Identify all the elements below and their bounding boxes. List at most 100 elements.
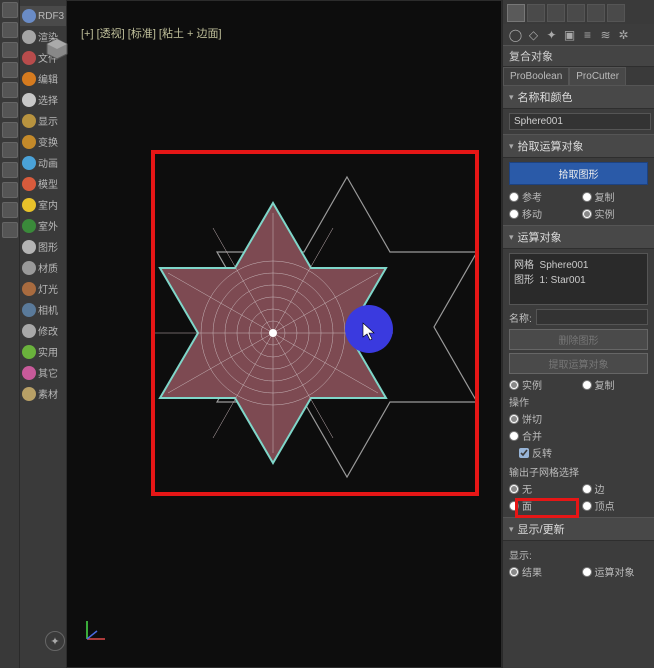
tab-display-icon[interactable] bbox=[587, 4, 605, 22]
tool-icon[interactable] bbox=[2, 62, 18, 78]
category-item[interactable]: 灯光 bbox=[20, 278, 66, 299]
category-item[interactable]: 室外 bbox=[20, 215, 66, 236]
operands-listbox[interactable]: 网格 Sphere001图形 1: Star001 bbox=[509, 253, 648, 305]
radio-input[interactable] bbox=[582, 567, 592, 577]
category-label: 其它 bbox=[38, 365, 58, 380]
rollout-display-update[interactable]: 显示/更新 bbox=[503, 517, 654, 541]
operation-label: 操作 bbox=[509, 394, 648, 409]
radio-option[interactable]: 复制 bbox=[582, 189, 649, 204]
category-item[interactable]: 编辑 bbox=[20, 68, 66, 89]
object-name-input[interactable] bbox=[509, 113, 651, 130]
radio-input[interactable] bbox=[582, 380, 592, 390]
radio-input[interactable] bbox=[582, 192, 592, 202]
category-label: 编辑 bbox=[38, 71, 58, 86]
tab-create-icon[interactable] bbox=[507, 4, 525, 22]
category-item[interactable]: 材质 bbox=[20, 257, 66, 278]
radio-input[interactable] bbox=[509, 192, 519, 202]
radio-option[interactable]: 参考 bbox=[509, 189, 576, 204]
viewcube-icon[interactable] bbox=[45, 37, 69, 61]
tool-icon[interactable] bbox=[2, 102, 18, 118]
delete-shape-button[interactable]: 删除图形 bbox=[509, 329, 648, 350]
tool-icon[interactable] bbox=[2, 222, 18, 238]
tool-icon[interactable] bbox=[2, 122, 18, 138]
space-warps-icon[interactable]: ≋ bbox=[598, 27, 613, 42]
operand-name-input[interactable] bbox=[536, 309, 648, 325]
rollout-name-color[interactable]: 名称和颜色 bbox=[503, 85, 654, 109]
lights-icon[interactable]: ✦ bbox=[544, 27, 559, 42]
inverse-checkbox[interactable] bbox=[519, 448, 529, 458]
category-item[interactable]: 显示 bbox=[20, 110, 66, 131]
list-item[interactable]: 图形 1: Star001 bbox=[514, 271, 643, 286]
axis-gizmo-icon bbox=[81, 615, 111, 645]
radio-input[interactable] bbox=[509, 431, 519, 441]
list-item[interactable]: 网格 Sphere001 bbox=[514, 256, 643, 271]
geometry-icon[interactable]: ◯ bbox=[508, 27, 523, 42]
tool-icon[interactable] bbox=[2, 202, 18, 218]
category-item[interactable]: 修改 bbox=[20, 320, 66, 341]
radio-option[interactable]: 饼切 bbox=[509, 411, 648, 426]
shapes-icon[interactable]: ◇ bbox=[526, 27, 541, 42]
radio-option[interactable]: 运算对象 bbox=[582, 564, 649, 579]
rollout-operands[interactable]: 运算对象 bbox=[503, 225, 654, 249]
radio-input[interactable] bbox=[509, 501, 519, 511]
radio-option[interactable]: 实例 bbox=[509, 377, 576, 392]
tab-hierarchy-icon[interactable] bbox=[547, 4, 565, 22]
category-item[interactable]: 相机 bbox=[20, 299, 66, 320]
tool-icon[interactable] bbox=[2, 182, 18, 198]
tab-procutter[interactable]: ProCutter bbox=[569, 67, 626, 85]
category-item[interactable]: 动画 bbox=[20, 152, 66, 173]
category-icon bbox=[22, 198, 36, 212]
radio-option[interactable]: 合并 bbox=[509, 428, 648, 443]
category-dropdown[interactable]: 复合对象 bbox=[503, 45, 654, 67]
radio-input[interactable] bbox=[582, 501, 592, 511]
tool-icon[interactable] bbox=[2, 82, 18, 98]
tool-icon[interactable] bbox=[2, 142, 18, 158]
radio-input[interactable] bbox=[509, 484, 519, 494]
radio-input[interactable] bbox=[509, 380, 519, 390]
tool-icon[interactable] bbox=[2, 2, 18, 18]
radio-input[interactable] bbox=[509, 414, 519, 424]
tab-modify-icon[interactable] bbox=[527, 4, 545, 22]
category-label: 室外 bbox=[38, 218, 58, 233]
category-item[interactable]: 室内 bbox=[20, 194, 66, 215]
category-label: 图形 bbox=[38, 239, 58, 254]
tool-icon[interactable] bbox=[2, 22, 18, 38]
radio-input[interactable] bbox=[582, 484, 592, 494]
category-item[interactable]: 素材 bbox=[20, 383, 66, 404]
category-item[interactable]: RDF3 bbox=[20, 6, 66, 26]
viewport[interactable]: [+] [透视] [标准] [粘土 + 边面] bbox=[66, 0, 502, 668]
cameras-icon[interactable]: ▣ bbox=[562, 27, 577, 42]
gear-icon[interactable]: ✦ bbox=[45, 631, 65, 651]
radio-option[interactable]: 面 bbox=[509, 498, 576, 513]
category-icon bbox=[22, 282, 36, 296]
category-icon bbox=[22, 156, 36, 170]
category-item[interactable]: 模型 bbox=[20, 173, 66, 194]
extract-operand-button[interactable]: 提取运算对象 bbox=[509, 353, 648, 374]
radio-option[interactable]: 移动 bbox=[509, 206, 576, 221]
radio-option[interactable]: 复制 bbox=[582, 377, 649, 392]
radio-option[interactable]: 结果 bbox=[509, 564, 576, 579]
category-item[interactable]: 选择 bbox=[20, 89, 66, 110]
radio-option[interactable]: 实例 bbox=[582, 206, 649, 221]
rollout-pick-operand[interactable]: 拾取运算对象 bbox=[503, 134, 654, 158]
radio-input[interactable] bbox=[509, 567, 519, 577]
tab-proboolean[interactable]: ProBoolean bbox=[503, 67, 569, 85]
helpers-icon[interactable]: ≡ bbox=[580, 27, 595, 42]
radio-input[interactable] bbox=[582, 209, 592, 219]
radio-option[interactable]: 边 bbox=[582, 481, 649, 496]
tab-utilities-icon[interactable] bbox=[607, 4, 625, 22]
category-item[interactable]: 实用 bbox=[20, 341, 66, 362]
radio-option[interactable]: 顶点 bbox=[582, 498, 649, 513]
tool-icon[interactable] bbox=[2, 42, 18, 58]
pick-shape-button[interactable]: 拾取图形 bbox=[509, 162, 648, 185]
tab-motion-icon[interactable] bbox=[567, 4, 585, 22]
category-item[interactable]: 图形 bbox=[20, 236, 66, 257]
radio-input[interactable] bbox=[509, 209, 519, 219]
tool-icon[interactable] bbox=[2, 162, 18, 178]
category-item[interactable]: 变换 bbox=[20, 131, 66, 152]
radio-option[interactable]: 无 bbox=[509, 481, 576, 496]
category-icon bbox=[22, 51, 36, 65]
category-label: 材质 bbox=[38, 260, 58, 275]
systems-icon[interactable]: ✲ bbox=[616, 27, 631, 42]
category-item[interactable]: 其它 bbox=[20, 362, 66, 383]
